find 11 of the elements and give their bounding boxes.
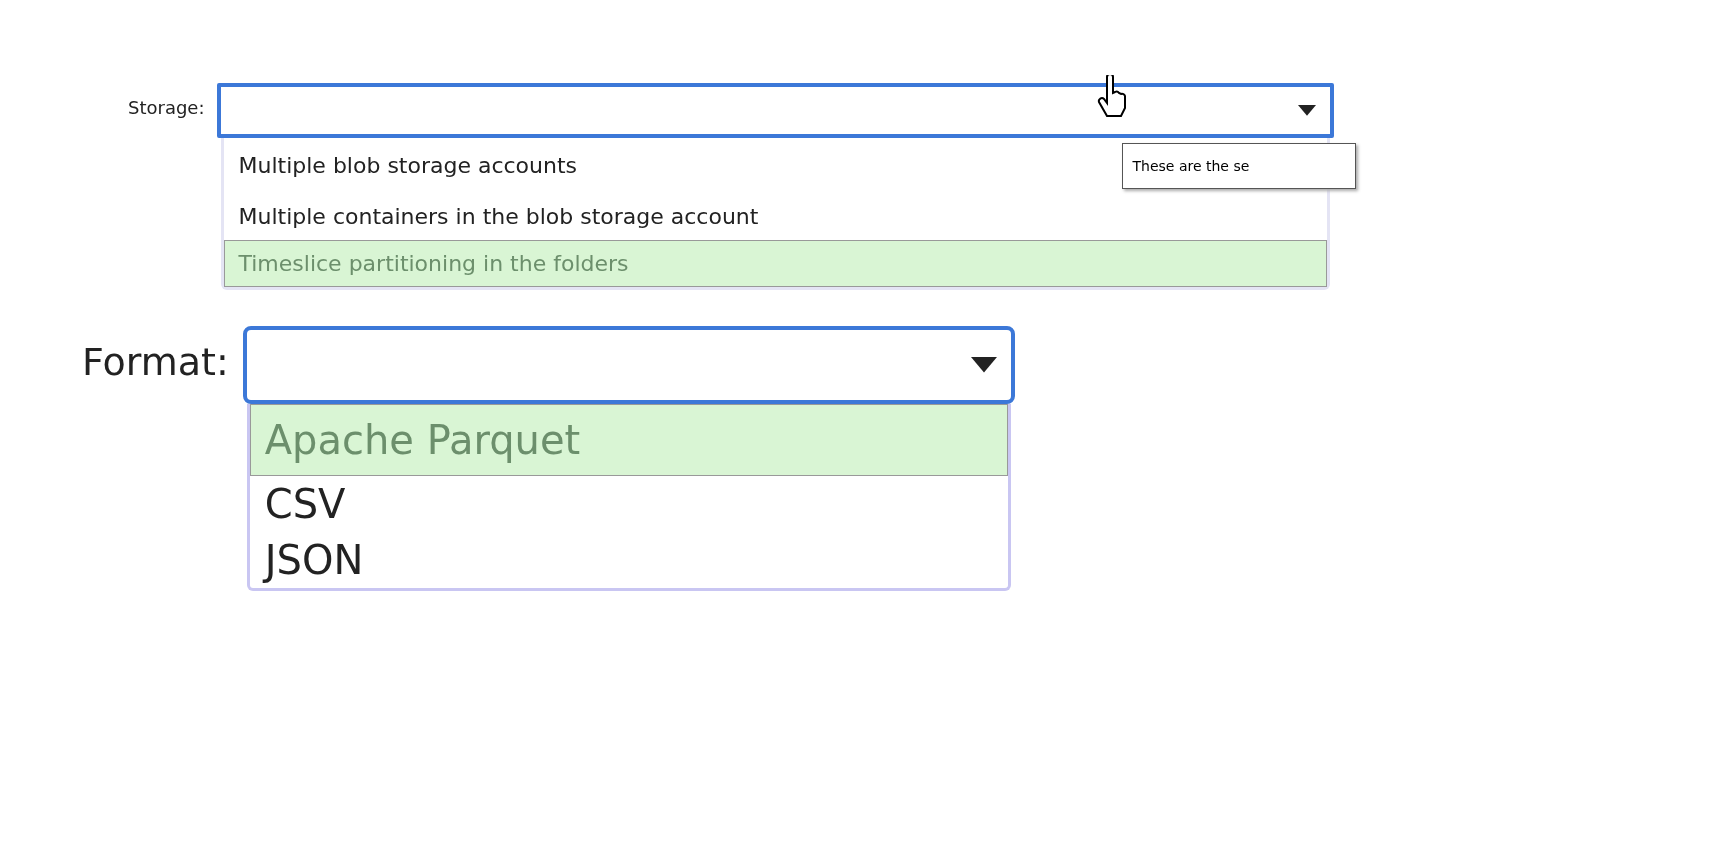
dropdown-option[interactable]: Multiple blob storage accounts bbox=[223, 138, 593, 193]
caret-icon bbox=[1297, 105, 1316, 116]
dropdown-option[interactable]: CSV bbox=[249, 476, 361, 532]
storage-label: Storage: bbox=[128, 97, 205, 118]
storage-dropdown[interactable] bbox=[216, 83, 1334, 138]
dropdown-option[interactable]: JSON bbox=[249, 532, 379, 588]
format-dropdown[interactable] bbox=[242, 326, 1015, 404]
tooltip: These are the se bbox=[1121, 143, 1356, 189]
caret-icon bbox=[970, 357, 997, 373]
dropdown-option[interactable]: Multiple containers in the blob storage account bbox=[223, 193, 774, 240]
format-label: Format: bbox=[82, 340, 229, 384]
